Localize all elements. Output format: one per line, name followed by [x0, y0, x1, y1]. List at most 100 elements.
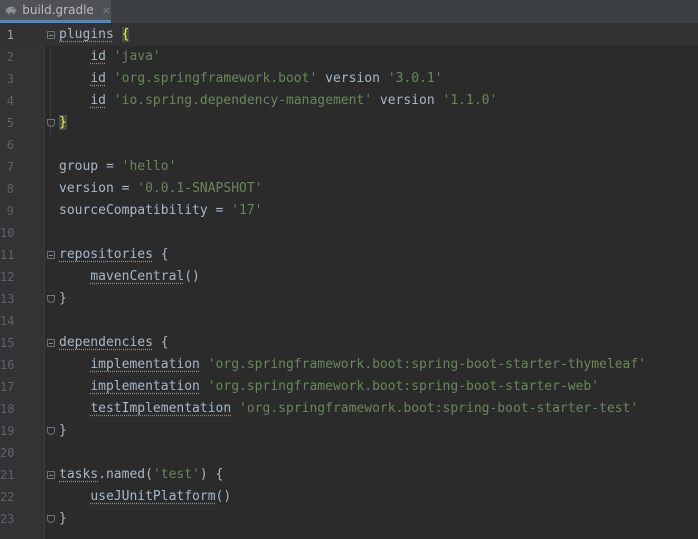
- identifier-token: dependencies: [59, 335, 153, 350]
- code-line[interactable]: 13}: [0, 288, 698, 310]
- line-number: 23: [0, 512, 15, 526]
- line-number: 4: [6, 94, 14, 108]
- line-number: 3: [6, 72, 14, 86]
- code-text: }: [59, 508, 67, 530]
- string-token: 'io.spring.dependency-management': [113, 93, 373, 108]
- line-number: 16: [0, 358, 15, 372]
- code-token: (): [215, 489, 232, 504]
- fold-end-icon[interactable]: [47, 427, 55, 435]
- identifier-token: repositories: [59, 247, 153, 262]
- line-number: 1: [6, 28, 14, 42]
- code-text: id 'io.spring.dependency-management' ver…: [59, 90, 497, 112]
- code-text: plugins {: [59, 24, 130, 46]
- string-token: '1.1.0': [442, 93, 498, 108]
- fold-collapse-icon[interactable]: [47, 471, 55, 479]
- code-line[interactable]: 2 id 'java': [0, 46, 698, 68]
- code-line[interactable]: 10: [0, 222, 698, 244]
- code-line[interactable]: 21 tasks.named('test') {: [0, 464, 698, 486]
- code-token: group =: [59, 159, 122, 174]
- fold-collapse-icon[interactable]: [47, 251, 55, 259]
- string-token: 'java': [113, 49, 161, 64]
- string-token: 'org.springframework.boot:spring-boot-st…: [207, 357, 647, 372]
- code-editor[interactable]: 1 plugins {2 id 'java' 3 id 'org.springfra…: [0, 24, 698, 539]
- code-line[interactable]: 19}: [0, 420, 698, 442]
- string-token: '3.0.1': [387, 71, 443, 86]
- code-line[interactable]: 3 id 'org.springframework.boot' version …: [0, 68, 698, 90]
- line-number: 13: [0, 292, 15, 306]
- code-line[interactable]: 1 plugins {: [0, 24, 698, 46]
- code-line[interactable]: 16 implementation 'org.springframework.b…: [0, 354, 698, 376]
- code-line[interactable]: 4 id 'io.spring.dependency-management' v…: [0, 90, 698, 112]
- line-number: 11: [0, 248, 15, 262]
- code-line[interactable]: 6: [0, 134, 698, 156]
- identifier-token: tasks: [59, 467, 99, 482]
- fold-collapse-icon[interactable]: [47, 339, 55, 347]
- line-number: 2: [6, 50, 14, 64]
- fold-end-icon[interactable]: [47, 515, 55, 523]
- string-token: '0.0.1-SNAPSHOT': [137, 181, 263, 196]
- tab-build-gradle[interactable]: build.gradle ×: [0, 0, 111, 23]
- code-token: version =: [59, 181, 138, 196]
- fold-collapse-icon[interactable]: [47, 31, 55, 39]
- code-line[interactable]: 11 repositories {: [0, 244, 698, 266]
- code-token: version: [372, 93, 443, 108]
- code-text: dependencies {: [59, 332, 169, 354]
- code-text: mavenCentral(): [59, 266, 200, 288]
- identifier-token: implementation: [90, 379, 200, 394]
- line-number: 18: [0, 402, 15, 416]
- close-icon[interactable]: ×: [102, 4, 111, 17]
- code-line[interactable]: 7 group = 'hello': [0, 156, 698, 178]
- gradle-elephant-icon: [5, 6, 17, 15]
- line-number: 10: [0, 226, 15, 240]
- string-token: 'hello': [121, 159, 177, 174]
- code-token: ) {: [199, 467, 224, 482]
- line-number: 7: [6, 160, 14, 174]
- code-line[interactable]: 23}: [0, 508, 698, 530]
- identifier-token: testImplementation: [90, 401, 232, 416]
- code-line[interactable]: 20: [0, 442, 698, 464]
- line-number: 20: [0, 446, 15, 460]
- code-line[interactable]: 17 implementation 'org.springframework.b…: [0, 376, 698, 398]
- code-text: tasks.named('test') {: [59, 464, 223, 486]
- code-line[interactable]: 8 version = '0.0.1-SNAPSHOT': [0, 178, 698, 200]
- line-number: 9: [6, 204, 14, 218]
- identifier-token: id: [90, 71, 106, 86]
- code-line[interactable]: 12 mavenCentral(): [0, 266, 698, 288]
- code-text: version = '0.0.1-SNAPSHOT': [59, 178, 263, 200]
- identifier-token: id: [90, 93, 106, 108]
- code-line[interactable]: 14: [0, 310, 698, 332]
- string-token: '17': [231, 203, 263, 218]
- identifier-token: plugins: [59, 27, 114, 42]
- code-line[interactable]: 9 sourceCompatibility = '17': [0, 200, 698, 222]
- fold-end-icon[interactable]: [47, 295, 55, 303]
- line-number: 19: [0, 424, 15, 438]
- code-line[interactable]: 15 dependencies {: [0, 332, 698, 354]
- string-token: 'test': [152, 467, 200, 482]
- code-token: .named(: [98, 467, 153, 482]
- code-token: }: [59, 423, 67, 438]
- line-number: 8: [6, 182, 14, 196]
- fold-end-icon[interactable]: [47, 119, 55, 127]
- editor-tab-bar: build.gradle ×: [0, 0, 698, 24]
- code-text: id 'org.springframework.boot' version '3…: [59, 68, 443, 90]
- line-number: 12: [0, 270, 15, 284]
- line-number: 5: [6, 116, 14, 130]
- code-line[interactable]: 5}: [0, 112, 698, 134]
- string-token: 'org.springframework.boot:spring-boot-st…: [239, 401, 639, 416]
- code-text: testImplementation 'org.springframework.…: [59, 398, 638, 420]
- code-text: id 'java': [59, 46, 161, 68]
- code-line[interactable]: 18 testImplementation 'org.springframewo…: [0, 398, 698, 420]
- code-line[interactable]: 22 useJUnitPlatform(): [0, 486, 698, 508]
- identifier-token: implementation: [90, 357, 200, 372]
